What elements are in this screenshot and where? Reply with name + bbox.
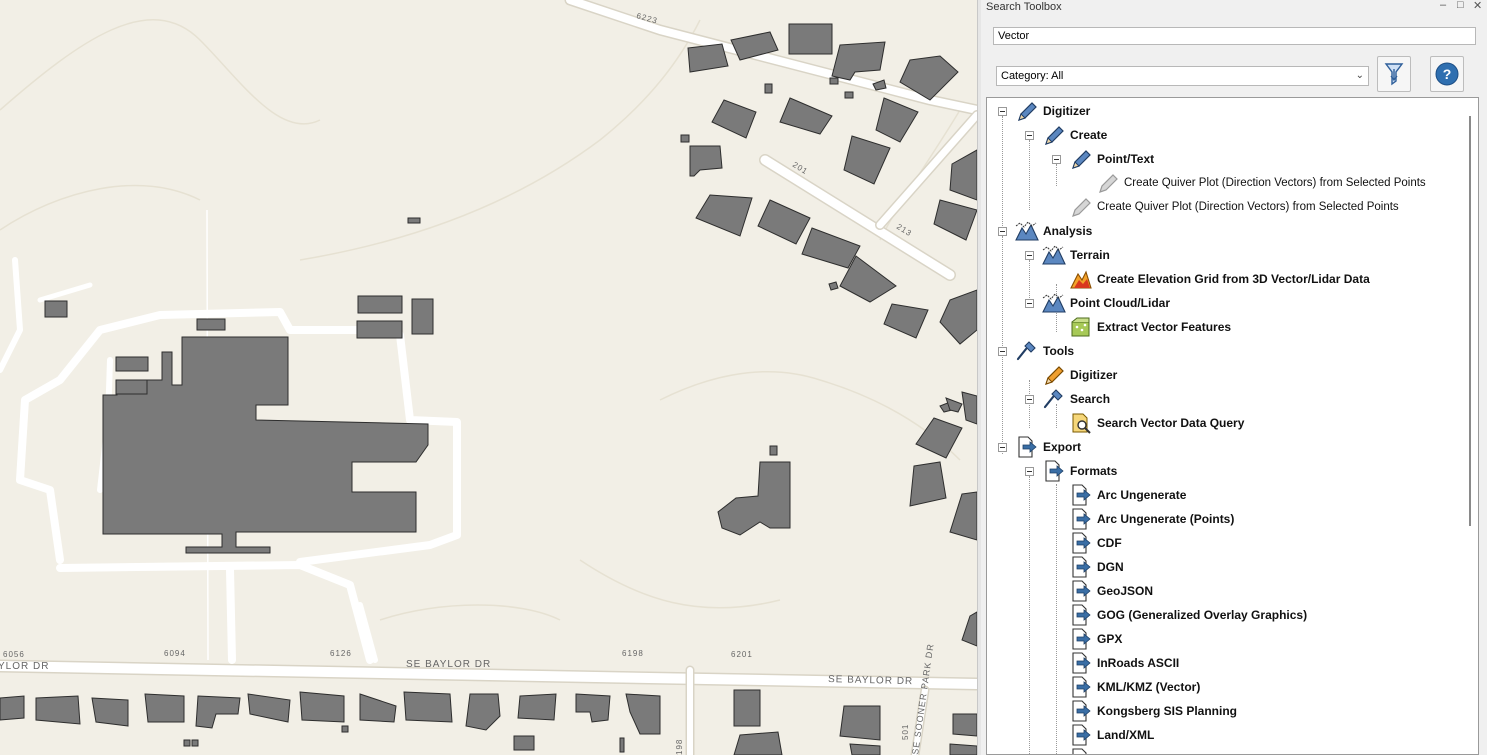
tree-node-formats[interactable]: Formats xyxy=(1042,459,1117,483)
tree-item-format[interactable]: Land/XML xyxy=(1069,723,1154,747)
screwdriver-icon xyxy=(1043,389,1063,409)
pencil-icon xyxy=(1045,126,1064,145)
export-icon xyxy=(1072,484,1091,506)
maximize-button[interactable]: □ xyxy=(1457,0,1464,11)
address-label: 6201 xyxy=(731,650,753,659)
toolbox-tree[interactable]: Digitizer Create Point/Text Create Quive… xyxy=(986,97,1479,755)
tree-item-search-vector-query[interactable]: Search Vector Data Query xyxy=(1069,411,1244,435)
export-icon xyxy=(1072,748,1087,754)
address-label: 6198 xyxy=(622,649,644,658)
tree-node-digitizer[interactable]: Digitizer xyxy=(1015,99,1090,123)
export-icon xyxy=(1072,532,1091,554)
tree-node-point-text[interactable]: Point/Text xyxy=(1069,147,1154,171)
export-icon xyxy=(1072,628,1091,650)
pencil-gray-icon xyxy=(1099,174,1118,193)
street-name-label: SE BAYLOR DR xyxy=(828,674,913,687)
terrain-icon xyxy=(1042,245,1066,265)
screwdriver-icon xyxy=(1016,341,1036,361)
export-icon xyxy=(1072,724,1091,746)
help-button[interactable]: ? xyxy=(1430,56,1464,92)
collapse-toggle[interactable] xyxy=(998,347,1007,356)
tree-item-quiver-plot[interactable]: Create Quiver Plot (Direction Vectors) f… xyxy=(1096,171,1426,195)
street-name-label: YLOR DR xyxy=(0,661,49,672)
tree-node-point-cloud[interactable]: Point Cloud/Lidar xyxy=(1042,291,1170,315)
search-input[interactable]: Vector xyxy=(993,27,1476,45)
tree-item-format[interactable]: Kongsberg SIS Planning xyxy=(1069,699,1237,723)
tree-node-tools-search[interactable]: Search xyxy=(1042,387,1110,411)
tree-node-tools[interactable]: Tools xyxy=(1015,339,1074,363)
collapse-toggle[interactable] xyxy=(998,107,1007,116)
tree-item-format[interactable]: CDF xyxy=(1069,531,1122,555)
tree-node-export[interactable]: Export xyxy=(1015,435,1081,459)
address-label: 198 xyxy=(675,739,684,755)
search-document-icon xyxy=(1072,413,1091,434)
panel-titlebar: Search Toolbox – □ ✕ xyxy=(981,0,1487,13)
pencil-icon xyxy=(1018,102,1037,121)
tree-item-format[interactable]: DGN xyxy=(1069,555,1124,579)
tree-scrollbar[interactable] xyxy=(1461,98,1478,754)
tree-item-format-partial[interactable] xyxy=(1069,747,1093,754)
tree-item-format[interactable]: InRoads ASCII xyxy=(1069,651,1179,675)
export-icon xyxy=(1072,580,1091,602)
lidar-extract-icon xyxy=(1071,317,1090,337)
collapse-toggle[interactable] xyxy=(1025,131,1034,140)
tree-node-terrain[interactable]: Terrain xyxy=(1042,243,1110,267)
terrain-icon xyxy=(1015,221,1039,241)
help-icon: ? xyxy=(1435,62,1459,86)
tree-item-format[interactable]: KML/KMZ (Vector) xyxy=(1069,675,1200,699)
filter-button[interactable] xyxy=(1377,56,1411,92)
collapse-toggle[interactable] xyxy=(1025,467,1034,476)
collapse-toggle[interactable] xyxy=(998,443,1007,452)
filter-icon xyxy=(1384,63,1404,86)
chevron-down-icon: ⌄ xyxy=(1355,70,1364,81)
street-name-label: SE BAYLOR DR xyxy=(406,659,491,670)
tree-item-format[interactable]: GPX xyxy=(1069,627,1122,651)
collapse-toggle[interactable] xyxy=(1025,395,1034,404)
scrollbar-thumb[interactable] xyxy=(1469,116,1471,526)
export-icon xyxy=(1018,436,1037,458)
export-icon xyxy=(1072,604,1091,626)
export-icon xyxy=(1072,700,1091,722)
tree-item-elevation-grid[interactable]: Create Elevation Grid from 3D Vector/Lid… xyxy=(1069,267,1370,291)
export-icon xyxy=(1072,556,1091,578)
category-dropdown[interactable]: Category: All ⌄ xyxy=(996,66,1369,86)
map-view[interactable]: 6223 201 213 YLOR DR SE BAYLOR DR SE BAY… xyxy=(0,0,977,755)
address-label: 6126 xyxy=(330,649,352,658)
export-icon xyxy=(1072,676,1091,698)
close-button[interactable]: ✕ xyxy=(1473,0,1482,12)
tree-item-tools-digitizer[interactable]: Digitizer xyxy=(1042,363,1117,387)
collapse-toggle[interactable] xyxy=(1052,155,1061,164)
tree-node-create[interactable]: Create xyxy=(1042,123,1107,147)
terrain-icon xyxy=(1042,293,1066,313)
collapse-toggle[interactable] xyxy=(1025,251,1034,260)
tree-item-format[interactable]: Arc Ungenerate xyxy=(1069,483,1186,507)
map-canvas[interactable]: 6223 201 213 YLOR DR SE BAYLOR DR SE BAY… xyxy=(0,0,977,755)
tree-item-format[interactable]: Arc Ungenerate (Points) xyxy=(1069,507,1234,531)
tree-item-format[interactable]: GeoJSON xyxy=(1069,579,1153,603)
panel-title: Search Toolbox xyxy=(986,0,1062,13)
minimize-button[interactable]: – xyxy=(1440,0,1446,11)
address-label: 501 xyxy=(901,724,910,740)
pencil-icon xyxy=(1072,150,1091,169)
pencil-orange-icon xyxy=(1045,366,1064,385)
street-name-label: SE SOONER PARK DR xyxy=(910,643,936,755)
pencil-gray-icon xyxy=(1072,198,1091,217)
collapse-toggle[interactable] xyxy=(998,227,1007,236)
search-toolbox-panel: Search Toolbox – □ ✕ Vector Category: Al… xyxy=(981,0,1487,755)
tree-node-analysis[interactable]: Analysis xyxy=(1015,219,1092,243)
address-label: 6056 xyxy=(3,650,25,659)
elevation-grid-icon xyxy=(1070,270,1092,289)
export-icon xyxy=(1072,652,1091,674)
tree-item-extract-vector-features[interactable]: Extract Vector Features xyxy=(1069,315,1231,339)
tree-item-format[interactable]: GOG (Generalized Overlay Graphics) xyxy=(1069,603,1307,627)
tree-item-quiver-plot[interactable]: Create Quiver Plot (Direction Vectors) f… xyxy=(1069,195,1399,219)
svg-text:?: ? xyxy=(1443,66,1452,82)
collapse-toggle[interactable] xyxy=(1025,299,1034,308)
export-icon xyxy=(1045,460,1064,482)
address-label: 6094 xyxy=(164,649,186,658)
export-icon xyxy=(1072,508,1091,530)
category-selected: Category: All xyxy=(1001,70,1064,82)
